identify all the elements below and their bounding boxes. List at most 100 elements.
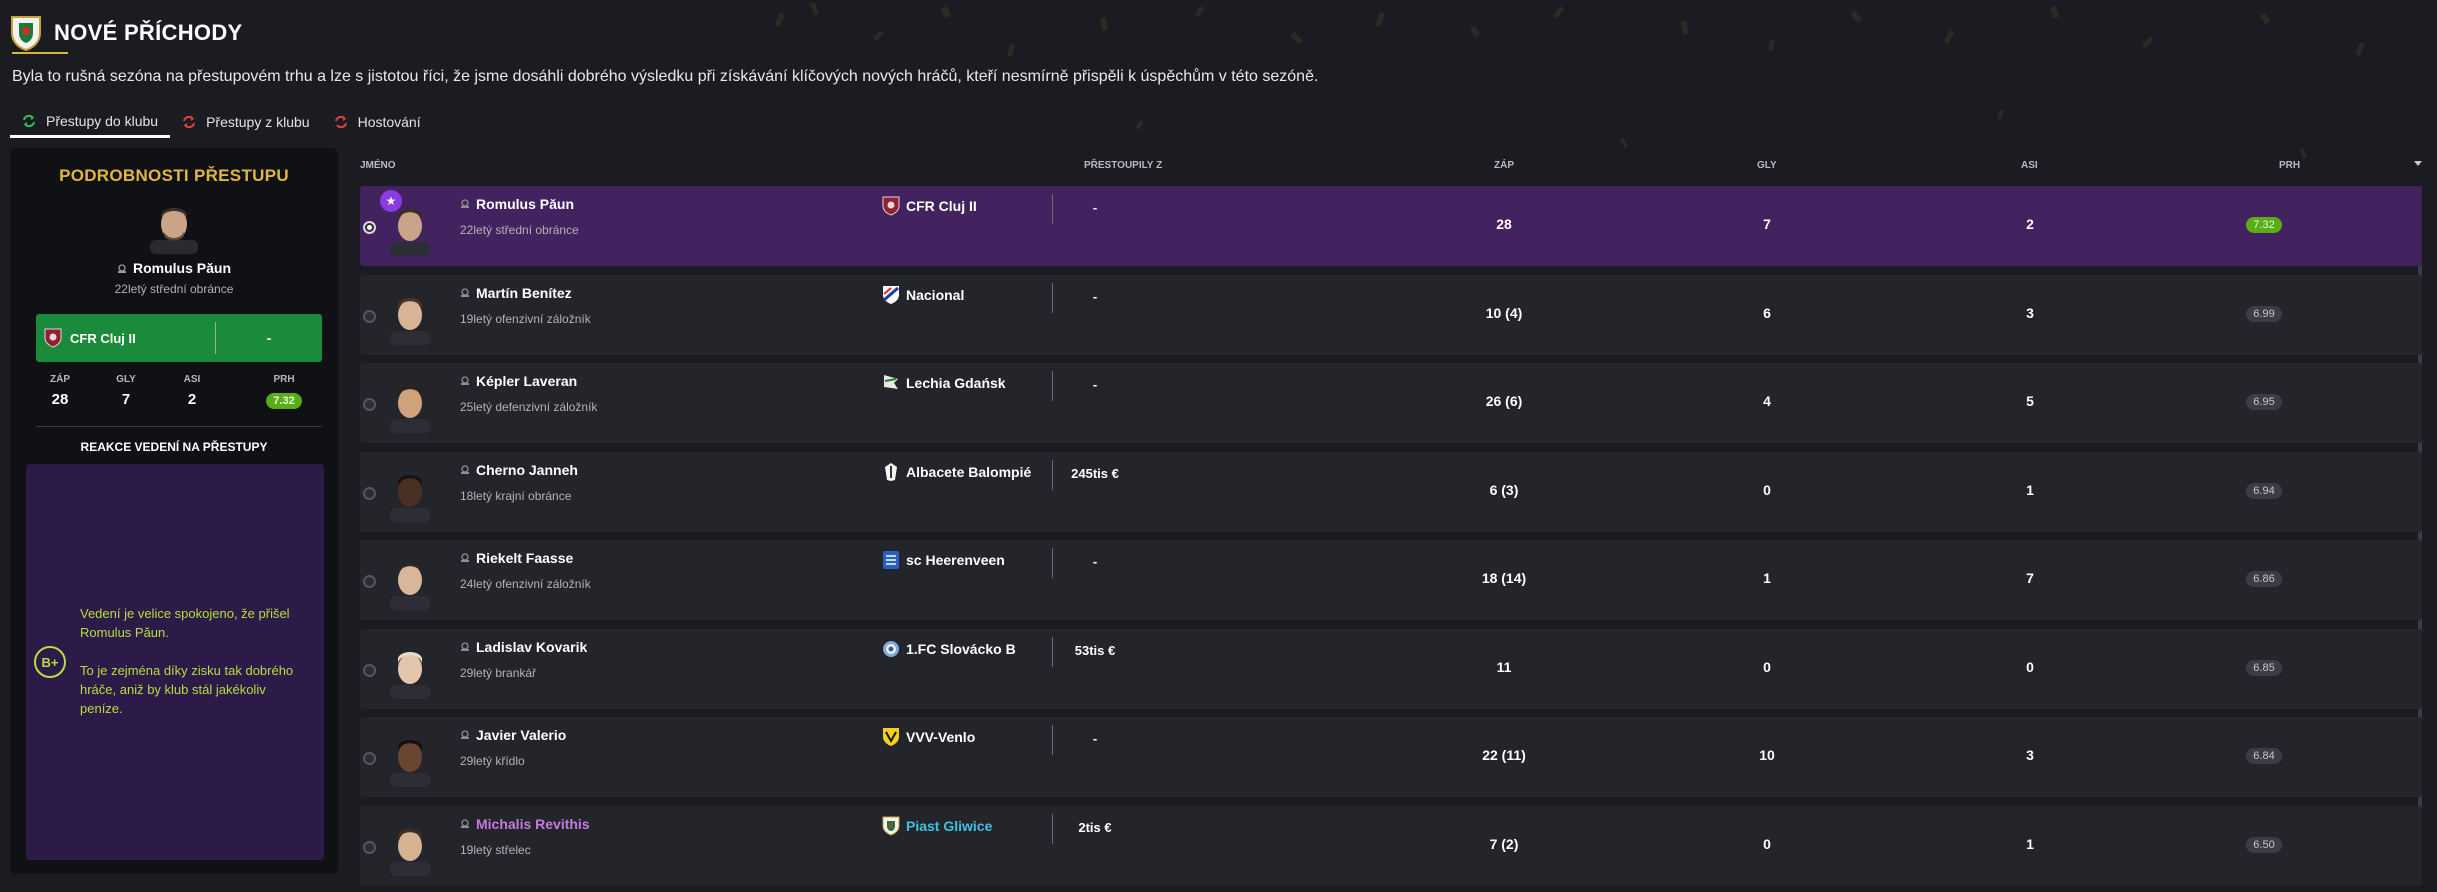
player-name[interactable]: Romulus Păun — [460, 196, 574, 212]
transfer-fee: - — [1092, 731, 1098, 746]
from-club[interactable]: Lechia Gdańsk — [882, 373, 1006, 393]
table-row[interactable]: ★ Romulus Păun 22letý střední obránce CF… — [360, 186, 2422, 266]
from-club[interactable]: Nacional — [882, 285, 964, 305]
rating-badge: 6.94 — [2246, 482, 2282, 499]
col-header-from[interactable]: PŘESTOUPILY Z — [1084, 160, 1162, 171]
row-select-radio[interactable] — [363, 575, 376, 588]
star-icon: ★ — [380, 190, 402, 212]
col-header-apps[interactable]: ZÁP — [1494, 160, 1514, 171]
person-icon — [461, 818, 469, 828]
table-row[interactable]: Javier Valerio 29letý křídlo VVV-Venlo -… — [360, 717, 2422, 797]
row-select-radio[interactable] — [363, 663, 376, 677]
player-description: 24letý ofenzivní záložník — [460, 577, 591, 591]
from-club-name: VVV-Venlo — [906, 729, 976, 745]
apps-value: 7 (2) — [1489, 835, 1519, 852]
goals-value: 1 — [1763, 570, 1771, 586]
player-name[interactable]: Javier Valerio — [460, 727, 566, 743]
player-name-text: Michalis Revithis — [476, 815, 590, 832]
table-row[interactable]: Képler Laveran 25letý defenzivní záložní… — [360, 363, 2422, 443]
transfers-table: JMÉNO PŘESTOUPILY Z ZÁP GLY ASI PRH ★ Ro… — [360, 150, 2422, 886]
row-select-radio[interactable] — [363, 398, 376, 411]
cfr-cluj-badge-icon — [44, 328, 62, 348]
col-header-goals[interactable]: GLY — [1757, 160, 1777, 171]
column-divider — [1052, 813, 1053, 844]
player-name[interactable]: Martín Benítez — [460, 285, 572, 301]
from-club[interactable]: CFR Cluj II — [882, 196, 977, 216]
from-club[interactable]: Piast Gliwice — [882, 816, 992, 836]
col-header-assists[interactable]: ASI — [2021, 160, 2038, 171]
person-icon — [461, 553, 469, 562]
row-select-radio[interactable] — [363, 309, 376, 323]
row-select-radio[interactable] — [363, 221, 376, 234]
rating-cell: 6.50 — [2234, 835, 2294, 853]
stat-apps: ZÁP 28 — [36, 374, 84, 409]
row-select-radio[interactable] — [363, 752, 376, 765]
transfer-fee: 2tis € — [1078, 819, 1112, 835]
col-header-name[interactable]: JMÉNO — [360, 160, 396, 171]
assists-value: 3 — [2026, 304, 2034, 321]
transfer-fee: 245tis € — [1071, 465, 1119, 481]
table-row[interactable]: Cherno Janneh 18letý krajní obránce Alba… — [360, 451, 2422, 532]
rating-badge: 6.86 — [2246, 571, 2282, 587]
tab-transfers-in[interactable]: Přestupy do klubu — [10, 106, 171, 138]
table-row[interactable]: Riekelt Faasse 24letý ofenzivní záložník… — [360, 540, 2422, 620]
from-club-name: Nacional — [906, 286, 965, 303]
row-select-radio[interactable] — [363, 486, 376, 500]
selected-player-desc: 22letý střední obránce — [114, 282, 234, 296]
stat-goals: GLY 7 — [102, 374, 150, 409]
rating-cell: 6.99 — [2234, 304, 2294, 322]
transfer-fee: 53tis € — [1074, 642, 1116, 658]
title-underline — [12, 52, 68, 54]
person-icon — [461, 641, 469, 651]
row-select-radio[interactable] — [363, 840, 376, 854]
player-name[interactable]: Képler Laveran — [460, 373, 577, 389]
club-badge-icon — [884, 375, 898, 389]
from-club[interactable]: Albacete Balompié — [882, 462, 1031, 482]
from-club-name: sc Heerenveen — [906, 552, 1005, 568]
table-header: JMÉNO PŘESTOUPILY Z ZÁP GLY ASI PRH — [360, 150, 2422, 182]
reaction-paragraph: To je zejména díky zisku tak dobrého hrá… — [80, 663, 294, 716]
stat-label: ZÁP — [50, 374, 70, 385]
column-divider — [1052, 282, 1053, 313]
rating-badge: 6.99 — [2246, 305, 2282, 322]
table-row[interactable]: Martín Benítez 19letý ofenzivní záložník… — [360, 274, 2422, 355]
from-club[interactable]: sc Heerenveen — [882, 550, 1005, 570]
table-row[interactable]: Michalis Revithis 19letý střelec Piast G… — [360, 805, 2422, 886]
transfer-fee: - — [1092, 288, 1098, 304]
column-divider — [1052, 459, 1053, 490]
tab-label: Hostování — [357, 114, 421, 130]
rating-cell: 6.84 — [2234, 746, 2294, 764]
player-name[interactable]: Michalis Revithis — [460, 816, 590, 832]
rating-badge: 6.50 — [2246, 836, 2282, 853]
goals-value: 0 — [1763, 481, 1771, 498]
details-title: PODROBNOSTI PŘESTUPU — [59, 166, 289, 185]
assists-value: 7 — [2026, 570, 2034, 586]
apps-value: 6 (3) — [1489, 481, 1519, 498]
apps-value: 28 — [1496, 216, 1512, 232]
from-club-name: 1.FC Slovácko B — [906, 640, 1016, 657]
column-divider — [1052, 194, 1053, 224]
stat-label: GLY — [116, 374, 136, 385]
tab-loans[interactable]: Hostování — [322, 106, 433, 138]
player-name[interactable]: Cherno Janneh — [460, 462, 578, 478]
sort-desc-icon[interactable] — [2414, 161, 2422, 166]
tab-transfers-out[interactable]: Přestupy z klubu — [170, 106, 322, 138]
col-header-rating[interactable]: PRH — [2279, 160, 2300, 171]
from-club[interactable]: VVV-Venlo — [882, 727, 975, 747]
assists-value: 2 — [2026, 216, 2034, 232]
transfer-in-icon — [23, 114, 35, 127]
from-club[interactable]: 1.FC Slovácko B — [882, 639, 1016, 659]
player-name[interactable]: Ladislav Kovarik — [460, 639, 587, 655]
rating-cell: 7.32 — [2234, 215, 2294, 233]
player-portrait — [390, 740, 430, 787]
panel-divider — [36, 426, 322, 427]
assists-value: 1 — [2026, 835, 2034, 852]
club-badge-icon — [883, 551, 899, 569]
table-row[interactable]: Ladislav Kovarik 29letý brankář 1.FC Slo… — [360, 628, 2422, 709]
goals-value: 0 — [1763, 658, 1771, 675]
intro-text: Byla to rušná sezóna na přestupovém trhu… — [12, 68, 1319, 85]
player-portrait — [390, 474, 430, 522]
player-description: 25letý defenzivní záložník — [460, 400, 598, 414]
tab-label: Přestupy z klubu — [206, 114, 310, 130]
player-name[interactable]: Riekelt Faasse — [460, 550, 573, 566]
